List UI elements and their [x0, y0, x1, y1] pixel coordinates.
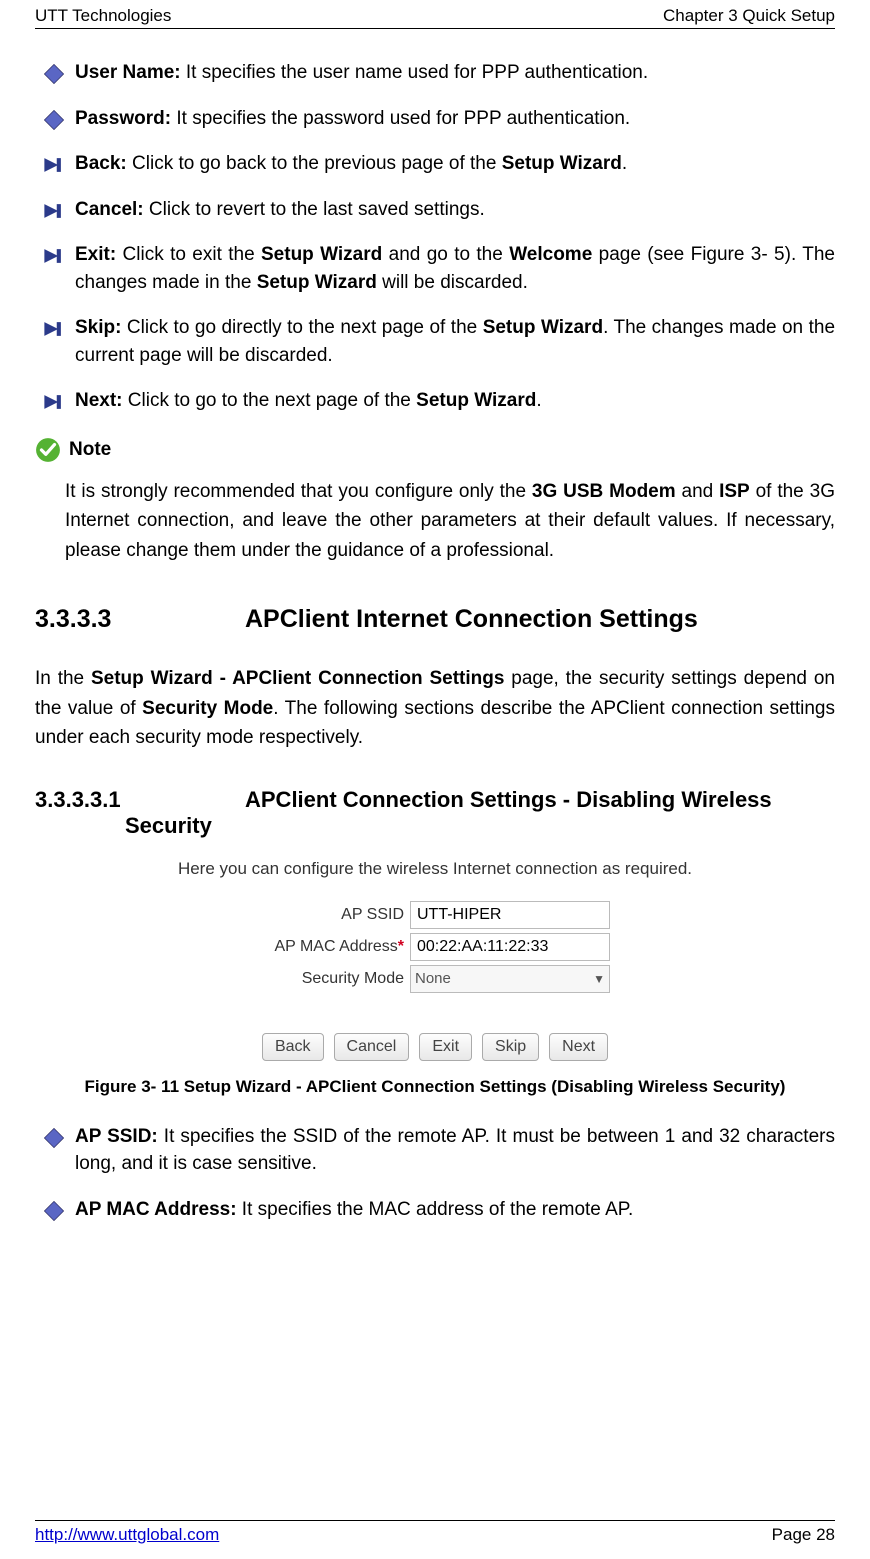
ap-ssid-input[interactable] — [410, 901, 610, 929]
checkmark-icon — [35, 437, 61, 463]
section-intro: In the Setup Wizard - APClient Connectio… — [35, 664, 835, 752]
subsection-heading: 3.3.3.3.1APClient Connection Settings - … — [35, 787, 835, 839]
action-cancel: Cancel: Click to revert to the last save… — [35, 196, 835, 224]
security-mode-select[interactable]: None ▼ — [410, 965, 610, 993]
diamond-bullet-icon — [43, 63, 65, 85]
row-ap-mac: AP MAC Address* — [35, 933, 835, 961]
row-ap-ssid: AP SSID — [35, 901, 835, 929]
footer-divider — [35, 1520, 835, 1521]
page-number: Page 28 — [772, 1525, 835, 1545]
action-text: Back: Click to go back to the previous p… — [75, 150, 835, 178]
next-button[interactable]: Next — [549, 1033, 608, 1061]
note-header: Note — [35, 437, 835, 463]
subsection-title-line2: Security — [125, 813, 835, 839]
param-desc: It specifies the user name used for PPP … — [181, 62, 649, 83]
param-ap-mac: AP MAC Address: It specifies the MAC add… — [35, 1196, 835, 1224]
section-number: 3.3.3.3 — [35, 605, 245, 634]
security-mode-label: Security Mode — [260, 970, 410, 988]
section-heading: 3.3.3.3 APClient Internet Connection Set… — [35, 605, 835, 634]
cancel-button[interactable]: Cancel — [334, 1033, 410, 1061]
page-header: UTT Technologies Chapter 3 Quick Setup — [35, 0, 835, 28]
footer-link[interactable]: http://www.uttglobal.com — [35, 1525, 219, 1545]
param-text: User Name: It specifies the user name us… — [75, 59, 835, 87]
arrow-bullet-icon — [43, 245, 65, 267]
action-next: Next: Click to go to the next page of th… — [35, 387, 835, 415]
action-back: Back: Click to go back to the previous p… — [35, 150, 835, 178]
diamond-bullet-icon — [43, 1200, 65, 1222]
param-ap-ssid: AP SSID: It specifies the SSID of the re… — [35, 1123, 835, 1178]
skip-button[interactable]: Skip — [482, 1033, 539, 1061]
action-label: Back: — [75, 153, 127, 174]
diamond-bullet-icon — [43, 109, 65, 131]
ap-mac-label: AP MAC Address* — [260, 938, 410, 956]
required-asterisk-icon: * — [398, 938, 404, 955]
note-label: Note — [69, 439, 111, 461]
header-left: UTT Technologies — [35, 6, 171, 26]
subsection-title-line1: APClient Connection Settings - Disabling… — [245, 787, 772, 813]
document-page: UTT Technologies Chapter 3 Quick Setup U… — [0, 0, 870, 1559]
chevron-down-icon: ▼ — [593, 972, 605, 986]
subsection-number: 3.3.3.3.1 — [35, 787, 245, 813]
section-title: APClient Internet Connection Settings — [245, 605, 698, 634]
wizard-button-row: Back Cancel Exit Skip Next — [35, 1033, 835, 1061]
ap-ssid-label: AP SSID — [260, 906, 410, 924]
header-right: Chapter 3 Quick Setup — [663, 6, 835, 26]
param-text: AP SSID: It specifies the SSID of the re… — [75, 1123, 835, 1178]
security-mode-value: None — [415, 970, 451, 987]
header-divider — [35, 28, 835, 29]
param-label: User Name: — [75, 62, 181, 83]
row-security-mode: Security Mode None ▼ — [35, 965, 835, 993]
action-text: Skip: Click to go directly to the next p… — [75, 314, 835, 369]
arrow-bullet-icon — [43, 154, 65, 176]
param-username: User Name: It specifies the user name us… — [35, 59, 835, 87]
param-label: Password: — [75, 108, 171, 129]
action-skip: Skip: Click to go directly to the next p… — [35, 314, 835, 369]
figure-intro-text: Here you can configure the wireless Inte… — [35, 859, 835, 879]
action-text: Next: Click to go to the next page of th… — [75, 387, 835, 415]
back-button[interactable]: Back — [262, 1033, 324, 1061]
figure-wizard-apclient: Here you can configure the wireless Inte… — [35, 859, 835, 1061]
param-password: Password: It specifies the password used… — [35, 105, 835, 133]
param-text: AP MAC Address: It specifies the MAC add… — [75, 1196, 835, 1224]
note-body: It is strongly recommended that you conf… — [35, 477, 835, 565]
param-desc: It specifies the password used for PPP a… — [171, 108, 630, 129]
action-exit: Exit: Click to exit the Setup Wizard and… — [35, 241, 835, 296]
page-footer: http://www.uttglobal.com Page 28 — [35, 1520, 835, 1545]
param-text: Password: It specifies the password used… — [75, 105, 835, 133]
action-label: Cancel: — [75, 199, 144, 220]
arrow-bullet-icon — [43, 391, 65, 413]
figure-caption: Figure 3- 11 Setup Wizard - APClient Con… — [35, 1077, 835, 1097]
arrow-bullet-icon — [43, 318, 65, 340]
ap-mac-input[interactable] — [410, 933, 610, 961]
exit-button[interactable]: Exit — [419, 1033, 472, 1061]
diamond-bullet-icon — [43, 1127, 65, 1149]
arrow-bullet-icon — [43, 200, 65, 222]
action-text: Cancel: Click to revert to the last save… — [75, 196, 835, 224]
action-text: Exit: Click to exit the Setup Wizard and… — [75, 241, 835, 296]
